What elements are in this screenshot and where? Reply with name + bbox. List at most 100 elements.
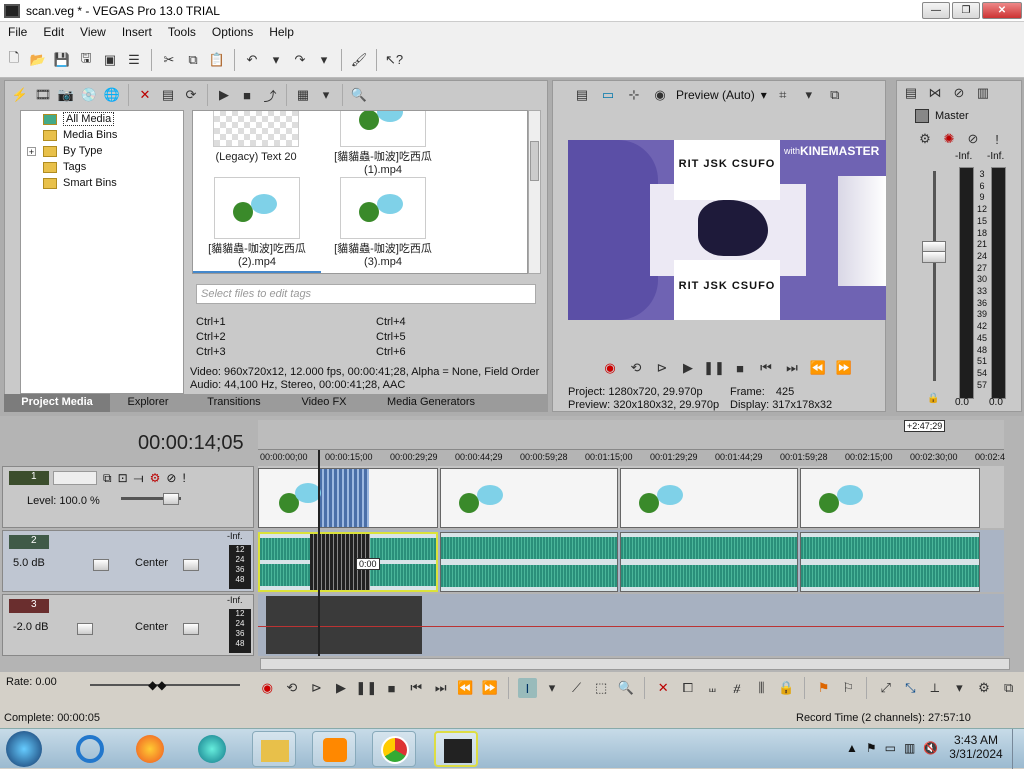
record-icon[interactable]: ◉ <box>258 678 277 698</box>
play-icon[interactable]: ▶ <box>332 678 351 698</box>
master-solo-icon[interactable]: ! <box>987 129 1007 149</box>
mute-icon[interactable]: ⊘ <box>166 471 176 486</box>
pause-icon[interactable]: ❚❚ <box>703 358 725 378</box>
mixer-mute-icon[interactable]: ⊘ <box>949 83 969 103</box>
play-icon[interactable]: ▶ <box>678 358 698 378</box>
previous-frame-icon[interactable]: ⏪ <box>808 358 828 378</box>
redo-icon[interactable]: ↷ <box>290 50 310 70</box>
composite-icon[interactable]: ⧉ <box>103 471 112 486</box>
stop-icon[interactable]: ■ <box>382 678 401 698</box>
snapping-dropdown-icon[interactable]: ▾ <box>950 678 969 698</box>
pause-icon[interactable]: ❚❚ <box>355 678 377 698</box>
tab-project-media[interactable]: Project Media <box>4 394 110 412</box>
views-dropdown-icon[interactable]: ▾ <box>316 85 336 105</box>
undo-dropdown-icon[interactable]: ▾ <box>266 50 286 70</box>
track-1-header[interactable]: 1 Level: 100.0 % ⧉ ⊡ ⟞ ⚙ ⊘ ! <box>2 466 254 528</box>
trim-icon[interactable]: ⧠ <box>679 678 698 698</box>
overlays-icon[interactable]: ⌗ <box>773 85 793 105</box>
search-icon[interactable]: 🔍 <box>349 85 369 105</box>
menu-file[interactable]: File <box>0 25 35 39</box>
cut-icon[interactable]: ✂ <box>159 50 179 70</box>
delete-icon[interactable]: ✕ <box>654 678 673 698</box>
menu-edit[interactable]: Edit <box>35 25 72 39</box>
network-icon[interactable]: ▥ <box>904 741 915 755</box>
clock[interactable]: 3:43 AM 3/31/2024 <box>948 733 1004 761</box>
start-button[interactable] <box>6 731 42 767</box>
play-preview-icon[interactable]: ▶ <box>214 85 234 105</box>
taskbar-firefox-icon[interactable] <box>128 731 172 767</box>
previous-frame-icon[interactable]: ⏪ <box>456 678 475 698</box>
properties-icon[interactable]: ☰ <box>124 50 144 70</box>
track-fx-icon[interactable]: ⚙ <box>150 471 161 486</box>
insert-region-icon[interactable]: ⚐ <box>839 678 858 698</box>
taskbar-chrome-icon[interactable] <box>372 731 416 767</box>
taskbar-vegas-icon[interactable] <box>434 731 478 767</box>
solo-icon[interactable]: ! <box>182 471 185 486</box>
tab-transitions[interactable]: Transitions <box>186 394 282 412</box>
insert-marker-icon[interactable]: ⚑ <box>814 678 833 698</box>
audio-clip[interactable] <box>620 532 798 592</box>
tree-by-type[interactable]: + By Type <box>21 143 183 159</box>
video-clip[interactable] <box>800 468 980 528</box>
master-automation-icon[interactable]: ⚙ <box>915 129 935 149</box>
audio-clip[interactable] <box>440 532 618 592</box>
hotkey-ctrl1[interactable]: Ctrl+1 <box>196 316 226 328</box>
action-center-icon[interactable]: ⚑ <box>866 741 877 755</box>
preview-quality-dropdown[interactable]: Preview (Auto) <box>676 88 755 102</box>
hotkey-ctrl3[interactable]: Ctrl+3 <box>196 346 226 358</box>
menu-view[interactable]: View <box>72 25 114 39</box>
go-to-end-icon[interactable]: ⏭ <box>782 358 802 378</box>
auto-ripple-icon[interactable]: ⚙ <box>975 678 994 698</box>
master-fx-icon[interactable]: ✺ <box>939 129 959 149</box>
minimize-button[interactable]: — <box>922 2 950 19</box>
volume-slider[interactable] <box>93 559 109 571</box>
tree-media-bins[interactable]: Media Bins <box>21 127 183 143</box>
split-screen-icon[interactable]: ⊹ <box>624 85 644 105</box>
track-motion-icon[interactable]: ⊡ <box>118 471 128 486</box>
auto-crossfade-icon[interactable]: ⤡ <box>901 678 920 698</box>
hotkey-ctrl2[interactable]: Ctrl+2 <box>196 331 226 343</box>
tree-smart-bins[interactable]: Smart Bins <box>21 175 183 191</box>
pan-slider[interactable] <box>183 623 199 635</box>
loop-icon[interactable]: ⟲ <box>626 358 646 378</box>
video-clip[interactable] <box>620 468 798 528</box>
audio-clip[interactable]: 0:00 <box>258 532 438 592</box>
dark-audio-clip[interactable] <box>266 596 422 654</box>
show-hidden-icons-icon[interactable]: ▲ <box>846 741 858 755</box>
lock-icon[interactable]: 🔒 <box>777 678 796 698</box>
play-from-start-icon[interactable]: ⊳ <box>652 358 672 378</box>
auto-preview-icon[interactable]: ⤴ <box>260 85 280 105</box>
lock-envelopes-icon[interactable]: ⧉ <box>999 678 1018 698</box>
stop-preview-icon[interactable]: ■ <box>237 85 257 105</box>
hotkey-ctrl4[interactable]: Ctrl+4 <box>376 316 406 328</box>
menu-help[interactable]: Help <box>261 25 302 39</box>
rate-thumb-icon[interactable]: ◆◆ <box>148 678 166 692</box>
go-to-start-icon[interactable]: ⏮ <box>756 358 776 378</box>
edit-tool-dropdown-icon[interactable]: ▾ <box>543 678 562 698</box>
hotkey-ctrl6[interactable]: Ctrl+6 <box>376 346 406 358</box>
media-item-legacy-text[interactable]: (Legacy) Text 20 <box>201 111 311 164</box>
marker-bar[interactable] <box>258 420 1004 450</box>
new-project-icon[interactable]: 🗋 <box>4 50 24 70</box>
save-icon[interactable]: 💾 <box>52 50 72 70</box>
mixer-channels-icon[interactable]: ▥ <box>973 83 993 103</box>
maximize-button[interactable]: ❐ <box>952 2 980 19</box>
video-clip[interactable] <box>258 468 438 528</box>
pan-slider[interactable] <box>183 559 199 571</box>
volume-envelope[interactable] <box>258 626 1004 627</box>
track-name-field[interactable] <box>53 471 97 485</box>
media-fx-icon[interactable]: ⟳ <box>181 85 201 105</box>
trim-start-icon[interactable]: ⧢ <box>703 678 722 698</box>
tab-video-fx[interactable]: Video FX <box>282 394 366 412</box>
media-item-3[interactable]: [貓貓蟲-咖波]吃西瓜 (3).mp4 <box>323 177 443 269</box>
render-icon[interactable]: ▣ <box>100 50 120 70</box>
paste-icon[interactable]: 📋 <box>207 50 227 70</box>
menu-insert[interactable]: Insert <box>114 25 160 39</box>
get-photo-icon[interactable]: 📷 <box>56 85 76 105</box>
stop-icon[interactable]: ■ <box>730 358 750 378</box>
undo-icon[interactable]: ↶ <box>242 50 262 70</box>
go-to-end-icon[interactable]: ⏭ <box>431 678 450 698</box>
import-media-icon[interactable]: ⚡ <box>10 85 30 105</box>
brush-icon[interactable]: 🖌 <box>349 50 369 70</box>
loop-icon[interactable]: ⟲ <box>283 678 302 698</box>
